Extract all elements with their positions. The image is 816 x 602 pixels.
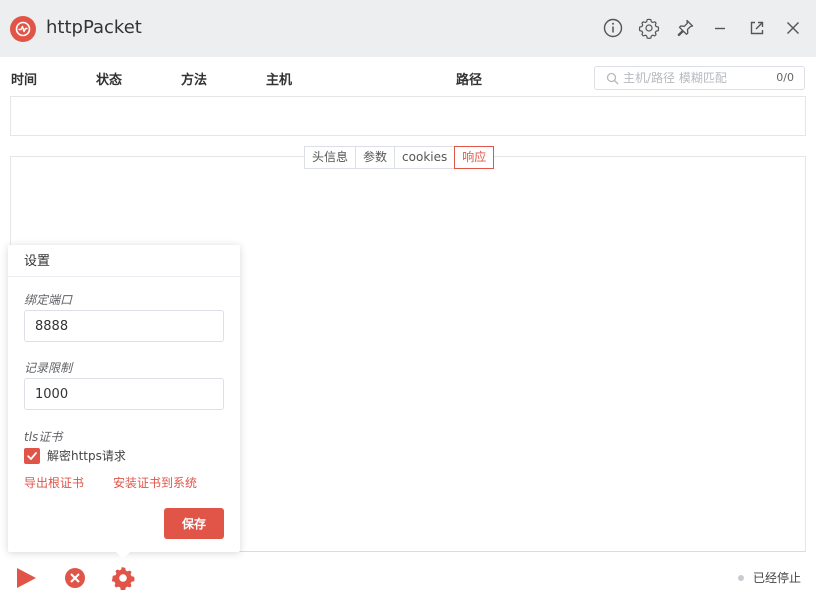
column-header-time[interactable]: 时间 <box>11 72 37 90</box>
install-cert-link[interactable]: 安装证书到系统 <box>113 475 197 491</box>
app-title: httpPacket <box>46 17 142 38</box>
detail-tabs: 头信息 参数 cookies 响应 <box>304 146 495 169</box>
settings-divider <box>8 276 240 277</box>
gear-icon <box>638 18 660 39</box>
column-header-status[interactable]: 状态 <box>96 72 122 90</box>
app-logo-icon <box>10 16 36 42</box>
pin-button[interactable] <box>673 16 697 40</box>
save-button[interactable]: 保存 <box>164 508 224 539</box>
gear-icon <box>111 566 135 590</box>
status-dot <box>737 575 744 581</box>
pin-icon <box>677 19 694 37</box>
settings-panel: 设置 绑定端口 记录限制 tls证书 解密https请求 导出根证书 安装证书到… <box>8 245 240 559</box>
close-button[interactable] <box>781 16 805 40</box>
column-header-host[interactable]: 主机 <box>266 72 292 90</box>
search-box: 0/0 <box>594 66 805 90</box>
checkmark-icon <box>27 452 37 460</box>
search-icon <box>606 72 619 85</box>
title-bar: httpPacket <box>0 0 816 57</box>
maximize-button[interactable] <box>745 16 769 40</box>
status-text: 已经停止 <box>752 571 801 585</box>
port-label: 绑定端口 <box>24 293 73 307</box>
export-root-cert-link[interactable]: 导出根证书 <box>24 475 84 491</box>
column-header-method[interactable]: 方法 <box>181 72 207 90</box>
limit-input[interactable] <box>24 378 224 410</box>
tls-label: tls证书 <box>24 430 63 444</box>
minimize-button[interactable] <box>708 16 732 40</box>
settings-button[interactable] <box>637 16 661 40</box>
play-icon <box>17 568 36 588</box>
settings-toggle-button[interactable] <box>110 565 136 591</box>
search-input[interactable] <box>623 69 763 87</box>
limit-label: 记录限制 <box>24 361 73 375</box>
tab-cookies[interactable]: cookies <box>394 146 456 169</box>
decrypt-https-label: 解密https请求 <box>47 449 126 463</box>
minimize-icon <box>715 27 725 30</box>
port-input[interactable] <box>24 310 224 342</box>
settings-title: 设置 <box>24 254 51 269</box>
info-icon <box>603 18 623 38</box>
start-button[interactable] <box>13 565 39 591</box>
clear-circle-icon <box>65 568 85 588</box>
maximize-icon <box>750 21 764 35</box>
info-button[interactable] <box>601 16 625 40</box>
tab-response[interactable]: 响应 <box>454 146 495 169</box>
close-icon <box>787 22 799 34</box>
column-header-path[interactable]: 路径 <box>456 72 482 90</box>
request-list[interactable] <box>10 96 806 136</box>
decrypt-https-option[interactable]: 解密https请求 <box>24 448 126 464</box>
decrypt-https-checkbox[interactable] <box>24 448 40 464</box>
clear-button[interactable] <box>62 565 88 591</box>
search-result-count: 0/0 <box>776 71 794 84</box>
tab-params[interactable]: 参数 <box>355 146 396 169</box>
status-indicator: 已经停止 <box>737 570 801 586</box>
tab-headers[interactable]: 头信息 <box>304 146 357 169</box>
